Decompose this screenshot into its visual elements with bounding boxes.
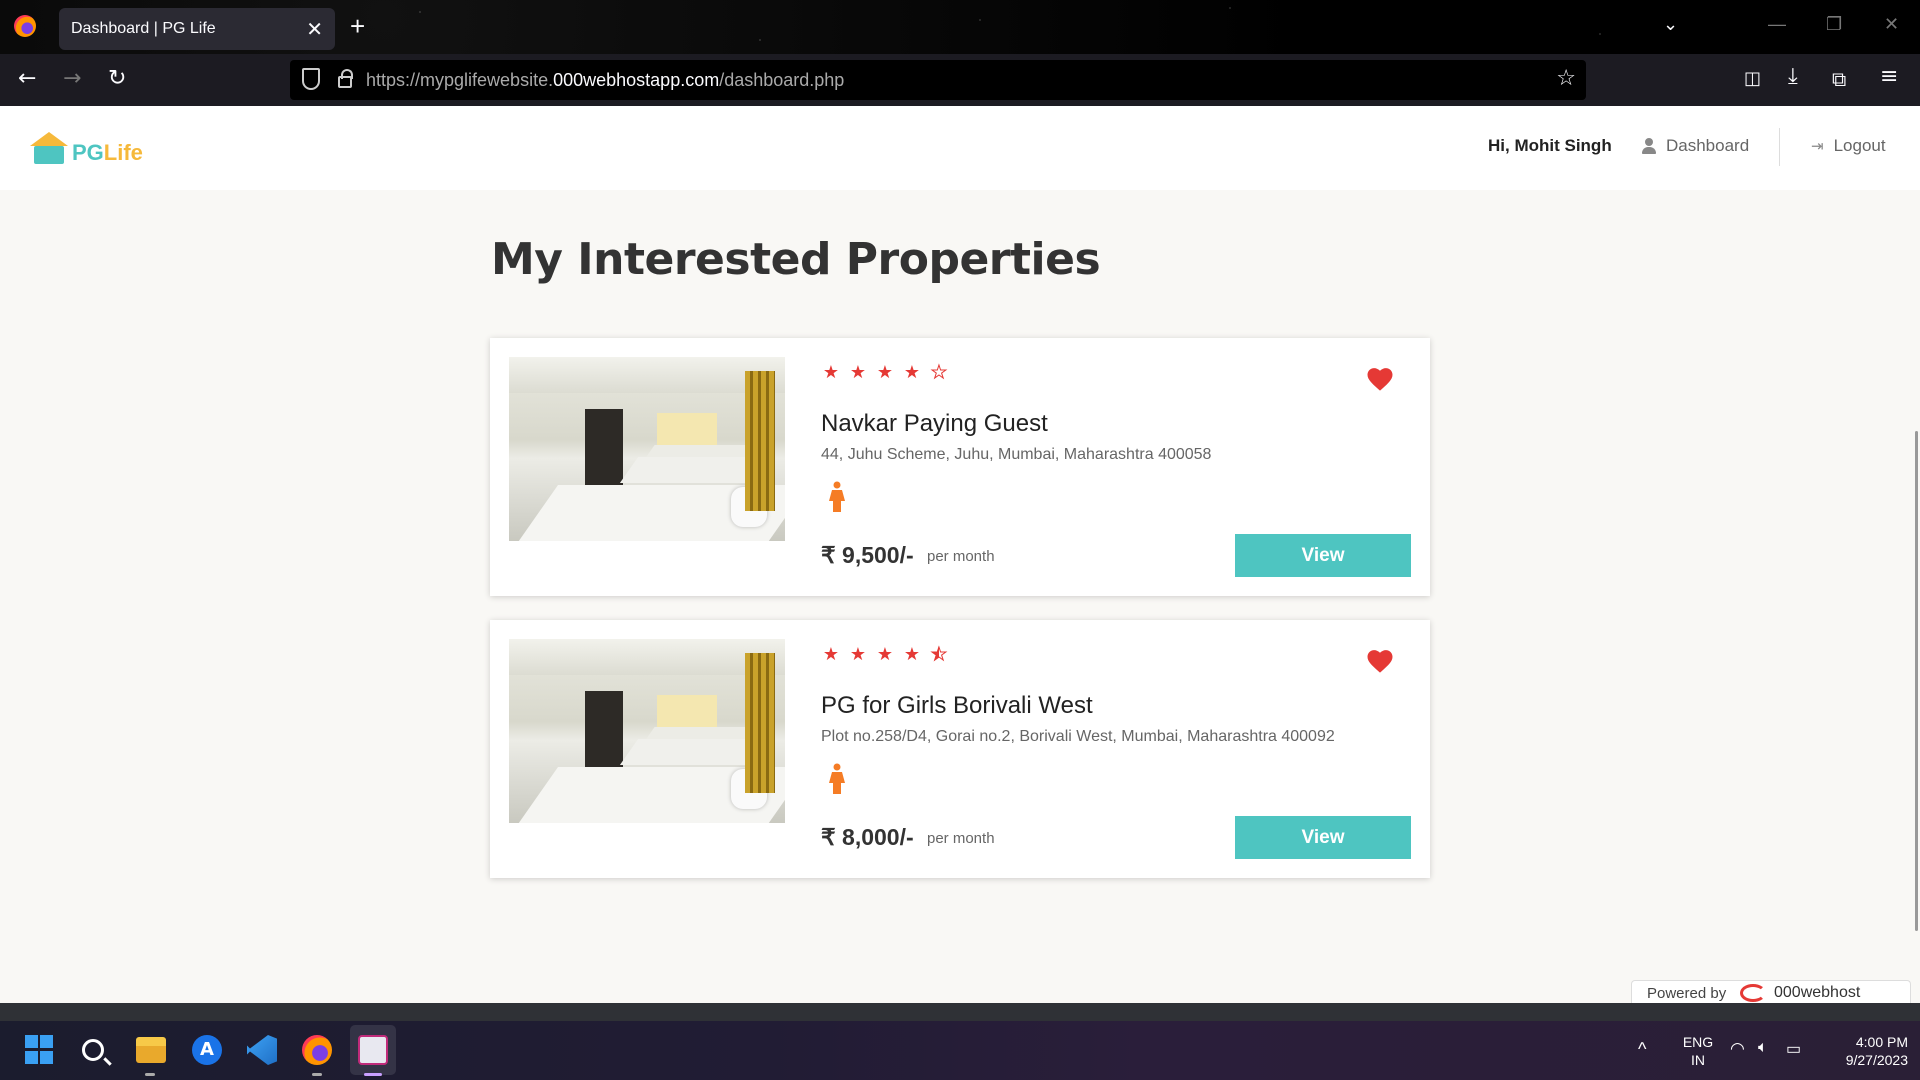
firefox-taskbar-icon[interactable] bbox=[302, 1035, 332, 1065]
price-period: per month bbox=[927, 548, 995, 565]
star-half-icon: ★ bbox=[930, 644, 948, 665]
property-image bbox=[509, 639, 785, 823]
star-full-icon: ★ bbox=[849, 362, 867, 383]
star-empty-icon: ★ bbox=[930, 362, 948, 383]
search-icon[interactable] bbox=[82, 1039, 104, 1061]
property-name: Navkar Paying Guest bbox=[821, 410, 1048, 437]
heart-icon[interactable] bbox=[1365, 646, 1395, 676]
app-store-icon[interactable] bbox=[192, 1035, 222, 1065]
forward-icon[interactable]: → bbox=[63, 66, 81, 91]
web-page: PGLife Hi, Mohit Singh Dashboard ⇥ Logou… bbox=[0, 106, 1920, 1003]
star-rating: ★ ★ ★ ★ ★ bbox=[821, 362, 949, 383]
clock-time: 4:00 PM bbox=[1855, 1034, 1908, 1050]
menu-icon[interactable]: ≡ bbox=[1880, 64, 1898, 89]
dashboard-link-label: Dashboard bbox=[1666, 136, 1750, 155]
url-prefix: https://mypglifewebsite. bbox=[366, 70, 554, 90]
heart-icon[interactable] bbox=[1365, 364, 1395, 394]
pocket-icon[interactable]: ◫ bbox=[1744, 68, 1761, 89]
snipping-tool-icon[interactable] bbox=[358, 1035, 388, 1065]
active-indicator bbox=[364, 1073, 382, 1076]
windows-start-icon[interactable] bbox=[25, 1035, 55, 1065]
dashboard-link[interactable]: Dashboard bbox=[1642, 136, 1749, 156]
list-tabs-chevron-icon[interactable]: ⌄ bbox=[1663, 14, 1678, 35]
house-logo-icon bbox=[28, 132, 70, 166]
firefox-icon[interactable] bbox=[14, 15, 36, 37]
bookmark-star-icon[interactable]: ☆ bbox=[1556, 66, 1576, 91]
star-full-icon: ★ bbox=[822, 644, 840, 665]
taskbar: ^ ENG IN ◠ 🔈︎ ▭ 4:00 PM 9/27/2023 bbox=[0, 1021, 1920, 1080]
property-image bbox=[509, 357, 785, 541]
property-name: PG for Girls Borivali West bbox=[821, 692, 1093, 719]
star-full-icon: ★ bbox=[876, 362, 894, 383]
url-domain: 000webhostapp.com bbox=[553, 70, 720, 90]
powered-by-badge[interactable]: Powered by 000webhost bbox=[1631, 980, 1911, 1003]
star-full-icon: ★ bbox=[849, 644, 867, 665]
region-code: IN bbox=[1691, 1052, 1705, 1068]
url-text[interactable]: https://mypglifewebsite.000webhostapp.co… bbox=[366, 70, 844, 91]
view-button[interactable]: View bbox=[1235, 534, 1411, 577]
female-icon bbox=[829, 481, 845, 512]
scrollbar-thumb[interactable] bbox=[1915, 431, 1918, 931]
volume-icon[interactable]: 🔈︎ bbox=[1758, 1039, 1768, 1057]
downloads-icon[interactable]: ⤓ bbox=[1788, 64, 1798, 89]
property-price: ₹ 8,000/- bbox=[821, 824, 914, 850]
file-explorer-icon[interactable] bbox=[136, 1037, 166, 1063]
user-greeting: Hi, Mohit Singh bbox=[1488, 136, 1612, 155]
running-indicator bbox=[145, 1073, 155, 1076]
star-full-icon: ★ bbox=[876, 644, 894, 665]
star-full-icon: ★ bbox=[903, 644, 921, 665]
restore-icon[interactable]: ❐ bbox=[1826, 14, 1842, 35]
star-full-icon: ★ bbox=[903, 362, 921, 383]
logout-link[interactable]: ⇥ Logout bbox=[1811, 136, 1886, 156]
back-icon[interactable]: ← bbox=[18, 66, 36, 91]
tracking-protection-shield-icon[interactable] bbox=[302, 68, 320, 90]
running-indicator bbox=[312, 1073, 322, 1076]
page-scrollbar[interactable] bbox=[1912, 106, 1920, 1003]
address-bar[interactable]: https://mypglifewebsite.000webhostapp.co… bbox=[290, 60, 1586, 100]
property-address: 44, Juhu Scheme, Juhu, Mumbai, Maharasht… bbox=[821, 446, 1212, 463]
new-tab-button[interactable]: + bbox=[350, 11, 365, 42]
tab-close-icon[interactable]: ✕ bbox=[306, 17, 323, 42]
extensions-icon[interactable]: ⧉ bbox=[1832, 67, 1846, 91]
user-icon bbox=[1642, 138, 1656, 154]
property-card: ★ ★ ★ ★ ★ PG for Girls Borivali West Plo… bbox=[490, 620, 1430, 878]
tab-title: Dashboard | PG Life bbox=[71, 20, 216, 37]
battery-icon[interactable]: ▭ bbox=[1786, 1039, 1801, 1059]
property-price: ₹ 9,500/- bbox=[821, 542, 914, 568]
window-close-icon[interactable]: ✕ bbox=[1884, 14, 1899, 35]
logo-text: PGLife bbox=[72, 140, 143, 165]
vscode-icon[interactable] bbox=[247, 1035, 277, 1065]
clock-date: 9/27/2023 bbox=[1845, 1052, 1908, 1068]
female-icon bbox=[829, 763, 845, 794]
language-indicator[interactable]: ENG IN bbox=[1680, 1033, 1716, 1069]
clock[interactable]: 4:00 PM 9/27/2023 bbox=[1824, 1033, 1908, 1069]
page-title: My Interested Properties bbox=[491, 234, 1101, 285]
webhost-swoosh-icon bbox=[1740, 984, 1766, 1002]
wifi-icon[interactable]: ◠ bbox=[1730, 1039, 1745, 1059]
star-full-icon: ★ bbox=[822, 362, 840, 383]
minimize-icon[interactable]: — bbox=[1768, 14, 1786, 35]
show-hidden-icons-chevron-icon[interactable]: ^ bbox=[1638, 1039, 1646, 1060]
powered-by-label: Powered by bbox=[1647, 985, 1727, 1002]
logout-link-label: Logout bbox=[1833, 136, 1886, 155]
powered-by-brand: 000webhost bbox=[1774, 984, 1861, 1001]
star-rating: ★ ★ ★ ★ ★ bbox=[821, 644, 949, 665]
browser-tab[interactable]: Dashboard | PG Life ✕ bbox=[59, 8, 335, 50]
url-path: /dashboard.php bbox=[719, 70, 845, 90]
browser-nav-bar: ← → ↻ https://mypglifewebsite.000webhost… bbox=[0, 54, 1920, 106]
logout-icon: ⇥ bbox=[1811, 138, 1824, 155]
lock-icon[interactable] bbox=[338, 69, 353, 88]
property-card: ★ ★ ★ ★ ★ Navkar Paying Guest 44, Juhu S… bbox=[490, 338, 1430, 596]
header-divider bbox=[1779, 128, 1780, 166]
reload-icon[interactable]: ↻ bbox=[108, 66, 126, 91]
price-period: per month bbox=[927, 830, 995, 847]
browser-tab-bar: Dashboard | PG Life ✕ + ⌄ — ❐ ✕ bbox=[0, 0, 1920, 54]
pglife-logo[interactable]: PGLife bbox=[28, 130, 143, 166]
language-code: ENG bbox=[1682, 1034, 1714, 1050]
site-header: PGLife Hi, Mohit Singh Dashboard ⇥ Logou… bbox=[0, 106, 1920, 190]
page-footer bbox=[0, 1003, 1920, 1021]
view-button[interactable]: View bbox=[1235, 816, 1411, 859]
property-address: Plot no.258/D4, Gorai no.2, Borivali Wes… bbox=[821, 728, 1335, 745]
